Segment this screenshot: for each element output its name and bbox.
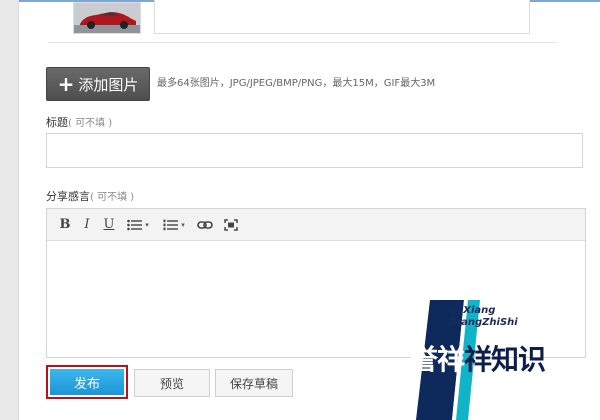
previous-image-row [48, 0, 558, 43]
add-image-label: 添加图片 [78, 75, 139, 94]
title-optional-note: ( 可不填 ) [68, 118, 113, 129]
title-label: 标题( 可不填 ) [46, 116, 113, 129]
watermark-english: YuXiang XiangZhiShi [450, 305, 518, 328]
plus-icon: + [57, 72, 75, 96]
underline-button[interactable]: U [101, 214, 117, 236]
fullscreen-icon [224, 218, 238, 231]
numbered-list-icon [163, 219, 179, 230]
previous-image-description[interactable] [154, 0, 530, 34]
publish-highlight-box: 发布 [46, 365, 128, 399]
editor-toolbar: B I U ▾ ▾ [47, 209, 585, 241]
watermark-chinese: 誉祥祥知识 [410, 343, 546, 376]
publish-button[interactable]: 发布 [50, 369, 124, 395]
share-optional-note: ( 可不填 ) [90, 192, 135, 203]
italic-button[interactable]: I [79, 214, 95, 236]
chevron-down-icon: ▾ [181, 220, 185, 229]
fullscreen-button[interactable] [221, 214, 241, 236]
upload-hint: 最多64张图片，JPG/JPEG/BMP/PNG，最大15M，GIF最大3M [157, 78, 436, 89]
add-image-button[interactable]: + 添加图片 [46, 67, 150, 101]
left-gutter [0, 0, 19, 420]
car-thumbnail-image[interactable] [73, 2, 141, 34]
save-draft-button[interactable]: 保存草稿 [215, 369, 293, 397]
bullet-list-icon [127, 219, 143, 230]
chevron-down-icon: ▾ [145, 220, 149, 229]
share-label: 分享感言( 可不填 ) [46, 190, 135, 203]
numbered-list-button[interactable]: ▾ [159, 214, 189, 236]
bold-button[interactable]: B [57, 214, 73, 236]
insert-link-button[interactable] [195, 214, 215, 236]
title-input[interactable] [46, 133, 583, 168]
preview-button[interactable]: 预览 [134, 369, 210, 397]
bullet-list-button[interactable]: ▾ [123, 214, 153, 236]
link-icon [197, 220, 213, 229]
